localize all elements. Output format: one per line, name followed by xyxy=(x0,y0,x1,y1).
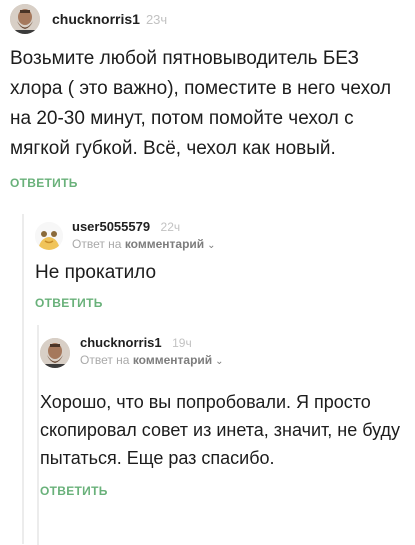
reply-context: Ответ на комментарий ⌄ xyxy=(72,237,216,251)
reply-target-link[interactable]: комментарий xyxy=(125,237,204,251)
comment-author[interactable]: chucknorris1 xyxy=(52,11,140,27)
comment-time: 22ч xyxy=(160,220,181,234)
bearded-man-avatar-icon[interactable] xyxy=(40,338,70,368)
reply-prefix: Ответ на xyxy=(72,237,122,251)
chevron-down-icon[interactable]: ⌄ xyxy=(215,356,223,367)
chevron-down-icon[interactable]: ⌄ xyxy=(207,240,215,251)
bearded-man-avatar-icon[interactable] xyxy=(10,4,40,34)
comment-text: Не прокатило xyxy=(35,262,157,283)
reply-button[interactable]: ОТВЕТИТЬ xyxy=(10,176,78,190)
comment-header: chucknorris1 19ч Ответ на комментарий ⌄ xyxy=(40,334,410,368)
reply-button[interactable]: ОТВЕТИТЬ xyxy=(35,296,103,310)
comment-text: Возьмите любой пятновыводитель БЕЗ хлора… xyxy=(10,48,392,159)
comment: chucknorris1 23ч Возьмите любой пятновыв… xyxy=(10,4,405,192)
reply-button[interactable]: ОТВЕТИТЬ xyxy=(40,484,108,498)
comment: user5055579 22ч Ответ на комментарий ⌄ Не… xyxy=(35,218,395,312)
comment: chucknorris1 19ч Ответ на комментарий ⌄ Х… xyxy=(40,334,410,500)
thread-line-level2 xyxy=(37,325,39,545)
reply-target-link[interactable]: комментарий xyxy=(133,353,212,367)
default-avatar-icon[interactable] xyxy=(35,222,63,250)
comment-time: 23ч xyxy=(145,11,168,27)
comment-text: Хорошо, что вы попробовали. Я просто ско… xyxy=(40,392,401,468)
thread-line-level1 xyxy=(22,214,24,544)
reply-prefix: Ответ на xyxy=(80,353,130,367)
comment-time: 19ч xyxy=(172,336,192,350)
comment-author[interactable]: user5055579 xyxy=(72,219,150,234)
reply-context: Ответ на комментарий ⌄ xyxy=(80,353,224,367)
comment-author[interactable]: chucknorris1 xyxy=(80,335,162,350)
comment-header: chucknorris1 23ч xyxy=(10,4,405,34)
comment-header: user5055579 22ч Ответ на комментарий ⌄ xyxy=(35,218,395,251)
